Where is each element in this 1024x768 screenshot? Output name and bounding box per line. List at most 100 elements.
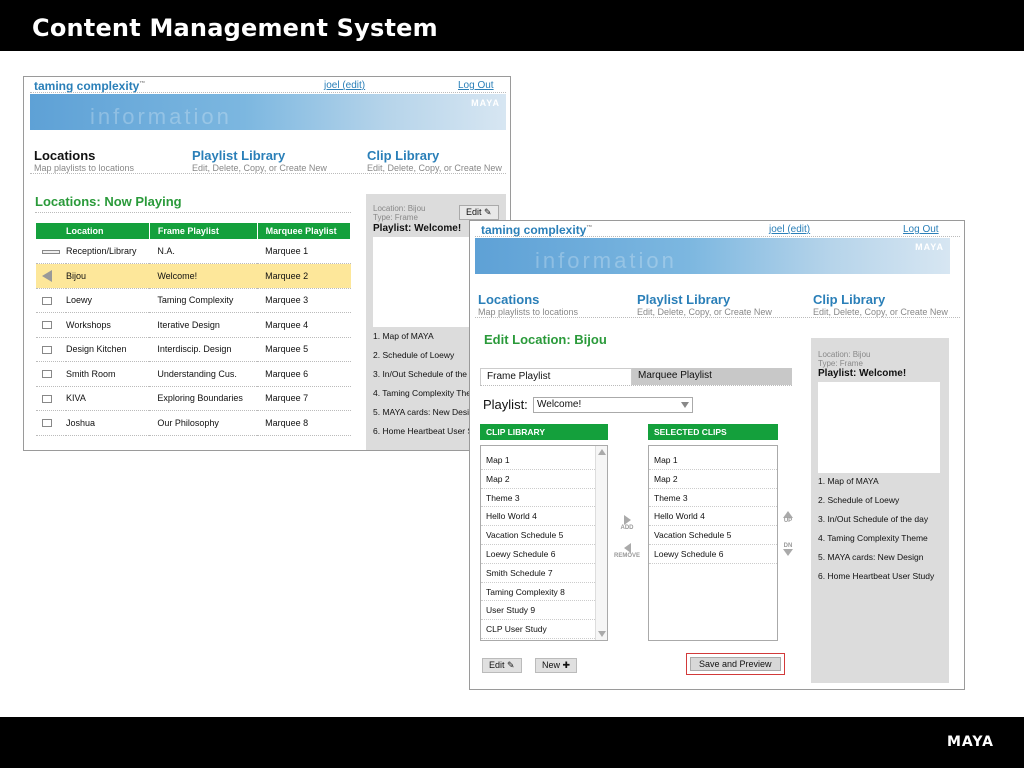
list-item: 4. Taming Complexity Theme	[818, 533, 928, 543]
list-item[interactable]: User Study 9	[481, 601, 607, 621]
list-item[interactable]: Hello World 4	[649, 507, 777, 527]
nav-clip-library[interactable]: Clip Library Edit, Delete, Copy, or Crea…	[367, 148, 502, 173]
list-item[interactable]: CLP User Study	[481, 620, 607, 639]
row-icon-cell	[36, 239, 66, 264]
list-item[interactable]: Vacation Schedule 5	[649, 526, 777, 545]
divider	[35, 212, 351, 213]
remove-button[interactable]: REMOVE	[610, 543, 644, 559]
nav-playlist-library[interactable]: Playlist Library Edit, Delete, Copy, or …	[637, 292, 772, 317]
list-item[interactable]: Map 1	[481, 451, 607, 470]
list-item[interactable]: Theme 3	[481, 489, 607, 508]
table-row[interactable]: Workshops Iterative Design Marquee 4	[36, 312, 351, 338]
table-row[interactable]: Loewy Taming Complexity Marquee 3	[36, 288, 351, 313]
table-row[interactable]: Smith Room Understanding Cus. Marquee 6	[36, 361, 351, 387]
scrollbar[interactable]	[595, 446, 607, 640]
nav-locations[interactable]: Locations Map playlists to locations	[34, 148, 134, 173]
scroll-up-icon[interactable]	[598, 449, 606, 455]
cell-frame: Exploring Boundaries	[149, 386, 258, 411]
list-item[interactable]: Vacation Schedule 5	[481, 526, 607, 545]
monitor-icon	[42, 419, 52, 428]
list-item[interactable]: Hello World 4	[481, 507, 607, 527]
table-row[interactable]: Design Kitchen Interdiscip. Design Marqu…	[36, 337, 351, 362]
cell-frame: Iterative Design	[149, 312, 258, 338]
cell-location: Smith Room	[66, 361, 150, 387]
playlist-label: Playlist:	[483, 397, 528, 412]
table-row[interactable]: KIVA Exploring Boundaries Marquee 7	[36, 386, 351, 411]
list-item: 3. In/Out Schedule of the day	[818, 514, 929, 524]
banner-watermark: information	[535, 248, 677, 273]
nav-playlist-library[interactable]: Playlist Library Edit, Delete, Copy, or …	[192, 148, 327, 173]
cell-marquee: Marquee 4	[257, 312, 351, 338]
list-item[interactable]: Map 2	[649, 470, 777, 489]
table-row[interactable]: Reception/Library N.A. Marquee 1	[36, 239, 351, 264]
user-edit-link[interactable]: joel (edit)	[324, 80, 365, 91]
banner-maya-logo: MAYA	[915, 242, 944, 252]
nav-locations[interactable]: Locations Map playlists to locations	[478, 292, 578, 317]
column-header-location: Location	[36, 223, 150, 239]
move-up-button[interactable]: UP	[780, 511, 796, 524]
list-item: 1. Map of MAYA	[818, 476, 879, 486]
brand-logo: taming complexity™	[34, 79, 146, 93]
cell-frame: Taming Complexity	[149, 288, 258, 313]
cell-marquee: Marquee 1	[257, 239, 351, 264]
selected-clips-list[interactable]: Map 1 Map 2 Theme 3 Hello World 4 Vacati…	[648, 445, 778, 641]
edit-button[interactable]: Edit ✎	[482, 658, 522, 673]
monitor-icon	[42, 296, 52, 305]
list-item[interactable]: Loewy Schedule 6	[649, 545, 777, 564]
cell-location: Bijou	[66, 263, 150, 289]
playlist-preview-panel: Location: Bijou Type: Frame Playlist: We…	[811, 338, 949, 683]
clip-library-list[interactable]: Map 1 Map 2 Theme 3 Hello World 4 Vacati…	[480, 445, 608, 641]
tab-frame-playlist[interactable]: Frame Playlist	[480, 368, 632, 385]
row-icon-cell	[36, 263, 66, 289]
nav-clip-library[interactable]: Clip Library Edit, Delete, Copy, or Crea…	[813, 292, 948, 317]
cell-marquee: Marquee 2	[257, 263, 351, 289]
speaker-icon	[42, 269, 52, 282]
playlist-select[interactable]: Welcome!	[533, 397, 693, 413]
list-item[interactable]: Theme 3	[649, 489, 777, 508]
preview-area	[818, 382, 940, 473]
table-row[interactable]: Bijou Welcome! Marquee 2	[36, 263, 351, 289]
move-down-button[interactable]: DN	[780, 543, 796, 556]
arrow-down-icon	[783, 549, 793, 556]
cell-frame: Understanding Cus.	[149, 361, 258, 387]
add-button[interactable]: ADD	[614, 515, 640, 531]
list-item[interactable]: Smith Schedule 7	[481, 564, 607, 583]
cell-marquee: Marquee 6	[257, 361, 351, 387]
plus-icon: ✚	[562, 660, 571, 670]
logout-link[interactable]: Log Out	[903, 224, 939, 235]
list-item[interactable]: Taming Complexity 8	[481, 583, 607, 602]
cell-location: KIVA	[66, 386, 150, 411]
arrow-left-icon	[623, 543, 631, 553]
locations-table: Location Frame Playlist Marquee Playlist…	[36, 223, 352, 436]
pencil-icon: ✎	[484, 207, 492, 217]
location-meta: Location: Bijou Type: Frame	[373, 204, 426, 222]
edit-button[interactable]: Edit ✎	[459, 205, 499, 220]
divider	[30, 92, 506, 93]
playlist-items: 1. Map of MAYA 2. Schedule of Loewy 3. I…	[818, 472, 934, 586]
row-icon-cell	[36, 386, 66, 411]
divider	[480, 385, 792, 386]
tab-marquee-playlist[interactable]: Marquee Playlist	[632, 368, 792, 385]
scroll-down-icon[interactable]	[598, 631, 606, 637]
row-icon-cell	[36, 361, 66, 387]
chevron-down-icon	[681, 402, 689, 408]
location-meta: Location: Bijou Type: Frame	[818, 350, 871, 368]
arrow-up-icon	[783, 511, 793, 518]
new-button[interactable]: New ✚	[535, 658, 578, 673]
save-and-preview-button[interactable]: Save and Preview	[686, 653, 785, 675]
list-item[interactable]: Map 1	[649, 451, 777, 470]
main-nav: Locations Map playlists to locations Pla…	[478, 292, 958, 317]
list-item[interactable]: Map 2	[481, 470, 607, 489]
cell-frame: Interdiscip. Design	[149, 337, 258, 362]
cell-location: Joshua	[66, 410, 150, 436]
slide-title: Content Management System	[32, 14, 438, 42]
list-item[interactable]: Loewy Schedule 6	[481, 545, 607, 564]
playlist-type-tabs: Frame Playlist Marquee Playlist	[480, 368, 792, 385]
header-banner: information MAYA	[475, 238, 950, 274]
table-row[interactable]: Joshua Our Philosophy Marquee 8	[36, 410, 351, 436]
logout-link[interactable]: Log Out	[458, 80, 494, 91]
pencil-icon: ✎	[507, 660, 515, 670]
divider	[475, 317, 960, 318]
cell-location: Workshops	[66, 312, 150, 338]
user-edit-link[interactable]: joel (edit)	[769, 224, 810, 235]
